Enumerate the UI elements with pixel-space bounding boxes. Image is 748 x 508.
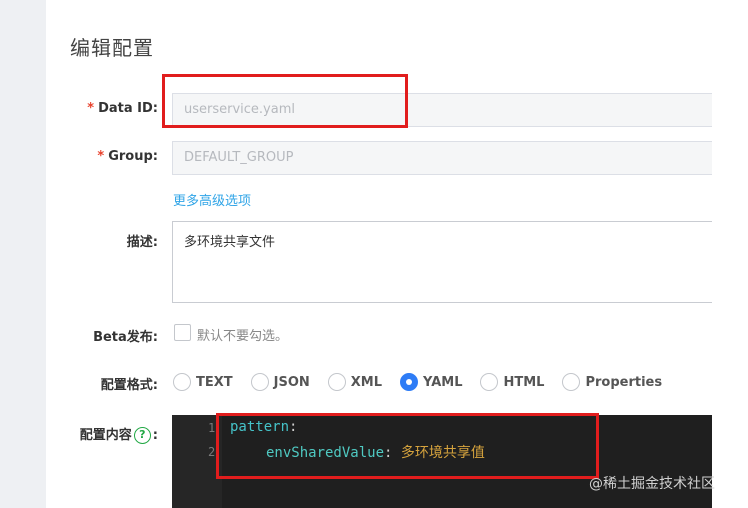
beta-checkbox[interactable] (174, 324, 191, 341)
group-input[interactable]: DEFAULT_GROUP (172, 141, 712, 175)
code-line: envSharedValue: 多环境共享值 (266, 445, 485, 461)
format-label: 配置格式: (100, 378, 158, 393)
format-radio-json[interactable]: JSON (250, 373, 310, 391)
format-radio-group: TEXT JSON XML YAML HTML Properties (173, 372, 680, 392)
page-title: 编辑配置 (70, 36, 154, 60)
line-number: 1 (208, 421, 216, 435)
required-asterisk: * (97, 149, 105, 164)
beta-checkbox-text: 默认不要勾选。 (197, 329, 289, 344)
beta-label: Beta发布: (93, 330, 158, 345)
advanced-options-link[interactable]: 更多高级选项 (173, 190, 251, 209)
content-label: 配置内容?: (79, 427, 158, 444)
watermark-text: @稀土掘金技术社区 (589, 476, 715, 492)
description-label: 描述: (126, 235, 158, 250)
description-textarea[interactable]: 多环境共享文件 (172, 221, 712, 303)
format-radio-html[interactable]: HTML (480, 373, 544, 391)
data-id-input[interactable]: userservice.yaml (172, 93, 712, 127)
data-id-label: * Data ID: (87, 101, 158, 116)
help-icon[interactable]: ? (133, 427, 151, 444)
format-radio-xml[interactable]: XML (327, 373, 382, 391)
format-radio-yaml[interactable]: YAML (400, 373, 462, 391)
required-asterisk: * (87, 101, 95, 116)
format-radio-properties[interactable]: Properties (562, 373, 662, 391)
format-radio-text[interactable]: TEXT (173, 373, 233, 391)
line-number: 2 (208, 445, 216, 459)
code-line: pattern: (230, 419, 298, 435)
code-editor[interactable]: 1 2 pattern: envSharedValue: 多环境共享值 (172, 415, 712, 508)
group-label: * Group: (97, 149, 158, 164)
left-sidebar-strip (0, 0, 46, 508)
